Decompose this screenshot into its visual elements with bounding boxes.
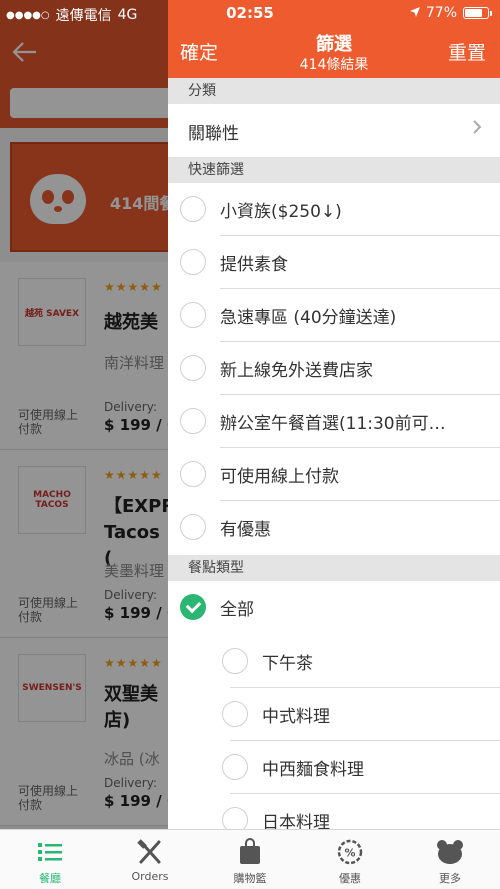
section-header-category: 分類 xyxy=(168,78,500,104)
radio-button[interactable] xyxy=(222,648,248,674)
meal-type-option[interactable]: 日本料理 xyxy=(168,794,500,829)
tab-label: Orders xyxy=(131,870,169,883)
meal-type-all-option[interactable]: 全部 xyxy=(168,581,500,634)
option-label: 中西麵食料理 xyxy=(262,760,364,780)
shopping-bag-icon xyxy=(236,838,264,866)
signal-strength-icon: ●●●●○ xyxy=(6,9,50,21)
option-label: 全部 xyxy=(220,600,254,620)
quick-filter-option[interactable]: 急速專區 (40分鐘送達) xyxy=(168,289,500,342)
section-header-meal-type: 餐點類型 xyxy=(168,555,500,581)
status-bar: ●●●●○ 遠傳電信 4G 02:55 77% xyxy=(0,0,500,26)
quick-filter-option[interactable]: 有優惠 xyxy=(168,501,500,554)
tab-orders[interactable]: Orders xyxy=(100,830,200,889)
tab-cart[interactable]: 購物籃 xyxy=(200,830,300,889)
chevron-right-icon xyxy=(472,119,482,140)
option-label: 有優惠 xyxy=(220,520,271,540)
radio-button[interactable] xyxy=(180,514,206,540)
option-label: 可使用線上付款 xyxy=(220,467,339,487)
quick-filter-option[interactable]: 新上線免外送費店家 xyxy=(168,342,500,395)
radio-button[interactable] xyxy=(222,701,248,727)
reset-button[interactable]: 重置 xyxy=(448,38,486,65)
radio-button[interactable] xyxy=(180,355,206,381)
option-label: 中式料理 xyxy=(262,707,330,727)
location-arrow-icon xyxy=(409,5,420,21)
tab-deals[interactable]: % 優惠 xyxy=(300,830,400,889)
svg-text:%: % xyxy=(344,847,355,860)
quick-filter-option[interactable]: 小資族($250↓) xyxy=(168,183,500,236)
carrier-name: 遠傳電信 xyxy=(55,8,112,24)
list-icon xyxy=(36,838,64,866)
tab-label: 更多 xyxy=(439,872,461,885)
battery-icon xyxy=(463,7,489,19)
panda-face-icon xyxy=(436,838,464,866)
section-header-quick: 快速篩選 xyxy=(168,157,500,183)
checkmark-icon[interactable] xyxy=(180,594,206,620)
quick-filter-option[interactable]: 提供素食 xyxy=(168,236,500,289)
radio-button[interactable] xyxy=(180,408,206,434)
tab-label: 餐廳 xyxy=(39,872,61,885)
tab-label: 購物籃 xyxy=(233,872,267,885)
radio-button[interactable] xyxy=(180,196,206,222)
option-label: 辦公室午餐首選(11:30前可… xyxy=(220,414,446,434)
radio-button[interactable] xyxy=(222,754,248,780)
option-label: 提供素食 xyxy=(220,255,288,275)
sort-value: 關聯性 xyxy=(188,124,239,144)
option-label: 新上線免外送費店家 xyxy=(220,361,373,381)
bottom-tab-bar: 餐廳 Orders 購物籃 % 優惠 更多 xyxy=(0,829,500,889)
option-label: 小資族($250↓) xyxy=(220,202,342,222)
radio-button[interactable] xyxy=(180,461,206,487)
option-label: 日本料理 xyxy=(262,813,330,829)
radio-button[interactable] xyxy=(180,302,206,328)
tab-label: 優惠 xyxy=(339,872,361,885)
fork-knife-icon xyxy=(136,838,164,866)
battery-percent: 77% xyxy=(425,5,457,21)
meal-type-option[interactable]: 下午茶 xyxy=(168,635,500,688)
option-label: 下午茶 xyxy=(262,654,313,674)
option-label: 急速專區 (40分鐘送達) xyxy=(220,308,397,328)
radio-button[interactable] xyxy=(180,249,206,275)
tab-restaurants[interactable]: 餐廳 xyxy=(0,830,100,889)
network-type: 4G xyxy=(117,7,138,23)
quick-filter-option[interactable]: 可使用線上付款 xyxy=(168,448,500,501)
tab-more[interactable]: 更多 xyxy=(400,830,500,889)
meal-type-option[interactable]: 中西麵食料理 xyxy=(168,741,500,794)
meal-type-option[interactable]: 中式料理 xyxy=(168,688,500,741)
percent-badge-icon: % xyxy=(336,838,364,866)
sort-selector[interactable]: 關聯性 xyxy=(168,104,500,156)
filter-panel: 確定 篩選 414條結果 重置 分類 關聯性 快速篩選 小資族($250↓) 提… xyxy=(168,0,500,829)
radio-button[interactable] xyxy=(222,807,248,829)
quick-filter-option[interactable]: 辦公室午餐首選(11:30前可… xyxy=(168,395,500,448)
